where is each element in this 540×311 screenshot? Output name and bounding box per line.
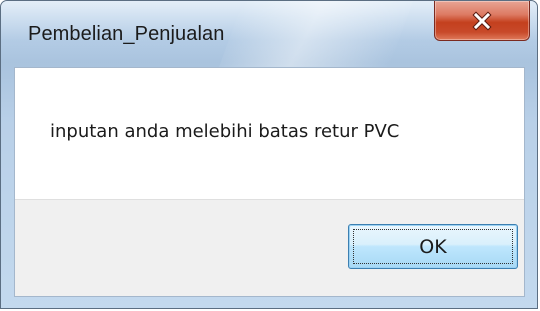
close-button[interactable] [434,1,530,41]
dialog-content: inputan anda melebihi batas retur PVC OK [14,67,525,297]
title-bar[interactable]: Pembelian_Penjualan [1,1,537,67]
title-bar-glass-reflection [218,1,414,67]
ok-button[interactable]: OK [348,224,518,269]
ok-button-label: OK [419,235,447,258]
window-title: Pembelian_Penjualan [28,23,225,45]
message-box-window: Pembelian_Penjualan inputan anda melebih… [0,0,538,309]
dialog-message: inputan anda melebihi batas retur PVC [50,121,400,142]
dialog-button-area: OK [15,199,524,296]
close-icon [472,10,492,31]
